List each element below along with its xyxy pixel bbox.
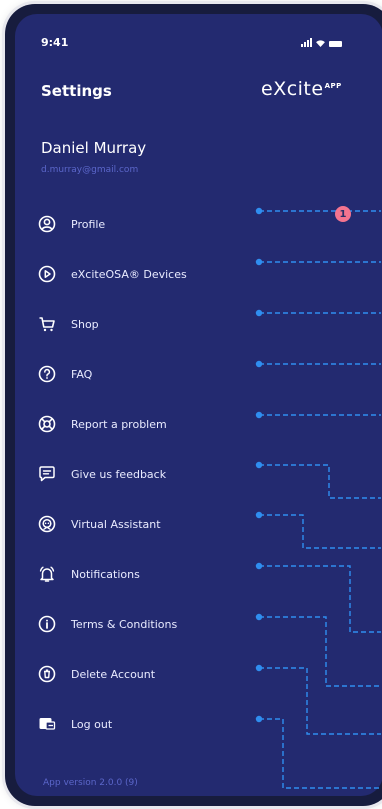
connector-line bbox=[259, 667, 381, 735]
connector-line bbox=[259, 718, 381, 789]
connector-line bbox=[259, 616, 381, 687]
connector-line bbox=[259, 565, 381, 633]
connector-dot bbox=[255, 360, 263, 368]
notification-badge: 1 bbox=[335, 206, 351, 222]
annotation-connectors bbox=[255, 207, 381, 789]
connector-dot bbox=[255, 511, 263, 519]
connector-line bbox=[259, 464, 381, 499]
connector-dot bbox=[255, 258, 263, 266]
connector-dot bbox=[255, 664, 263, 672]
connector-dot bbox=[255, 411, 263, 419]
connector-dot bbox=[255, 461, 263, 469]
connector-dot bbox=[255, 715, 263, 723]
connector-dot bbox=[255, 207, 263, 215]
connector-dot bbox=[255, 562, 263, 570]
connector-dot bbox=[255, 309, 263, 317]
connector-dot bbox=[255, 613, 263, 621]
connector-line bbox=[259, 514, 381, 549]
